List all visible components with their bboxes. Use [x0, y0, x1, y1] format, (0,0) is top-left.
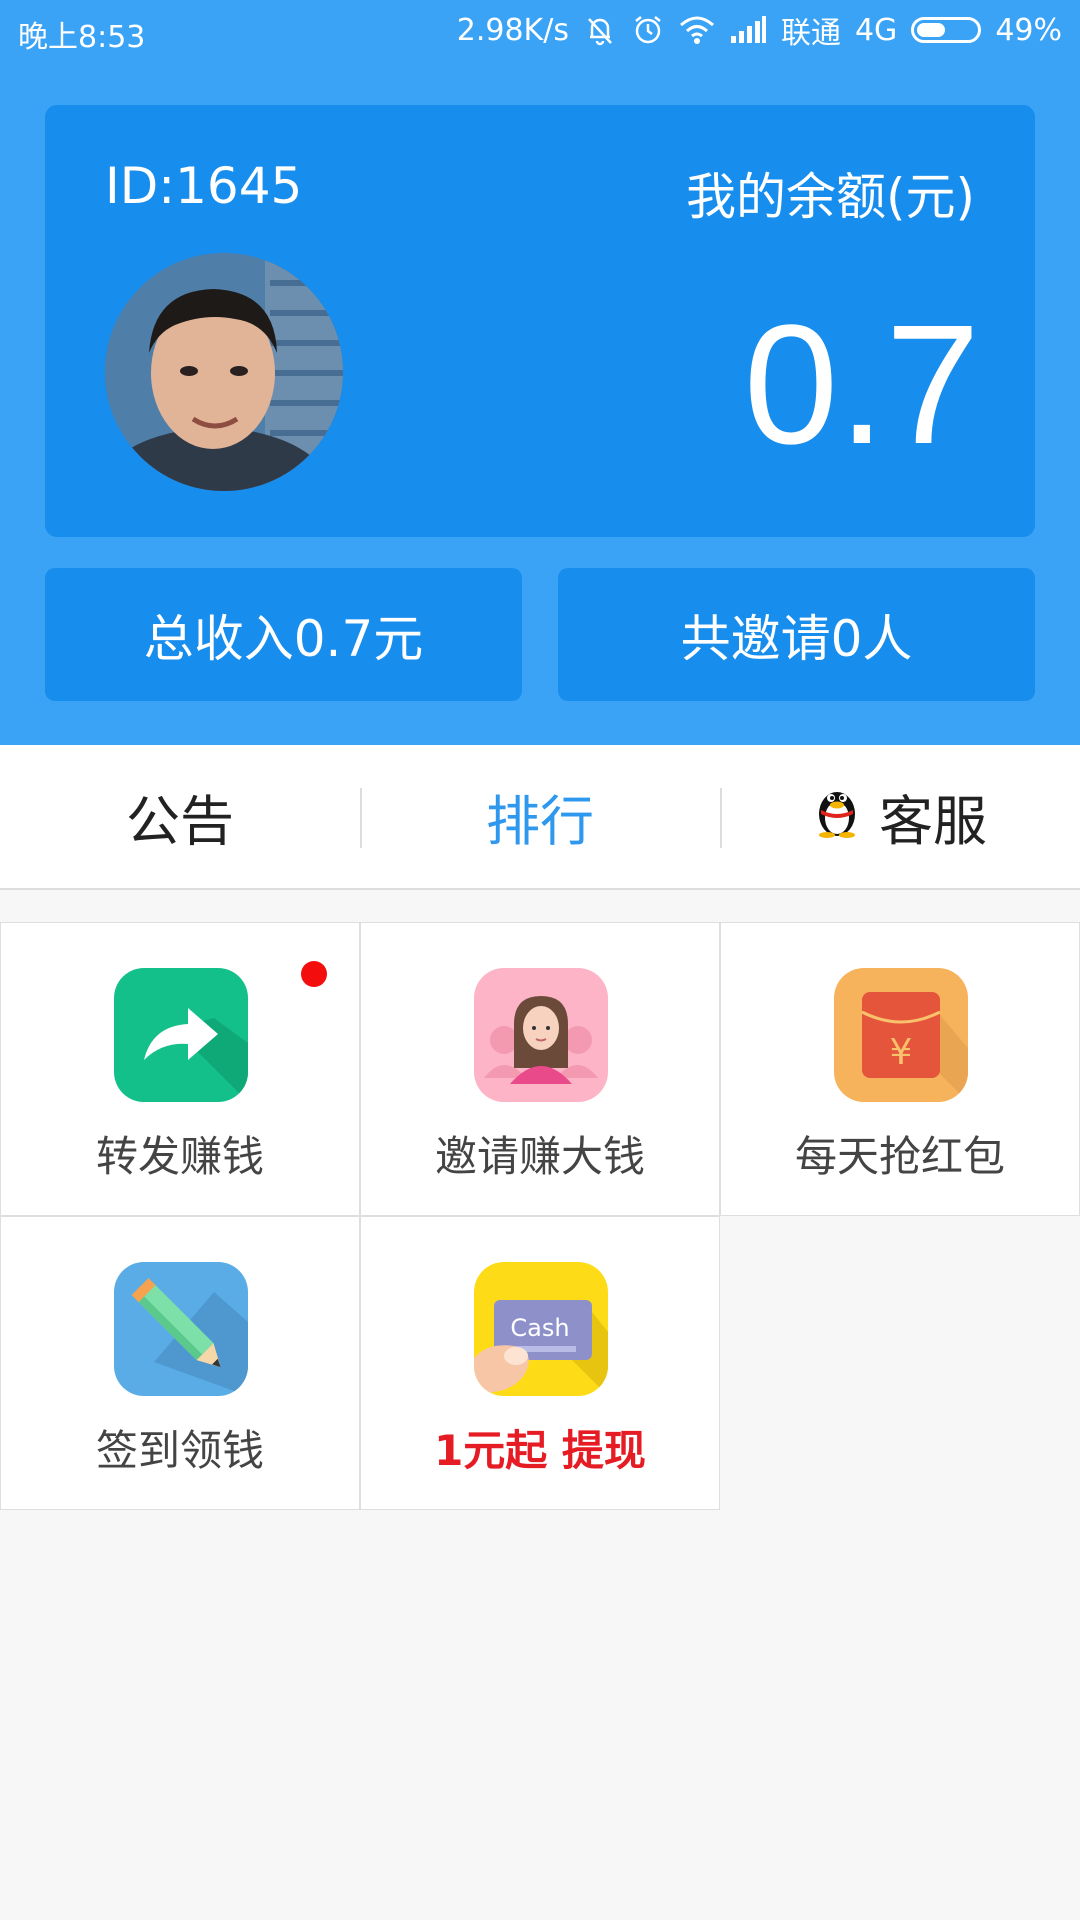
- tab-announcement[interactable]: 公告: [0, 745, 360, 888]
- tab-customer-service[interactable]: 客服: [720, 745, 1080, 888]
- total-invites-button[interactable]: 共邀请0人: [558, 568, 1035, 701]
- pencil-icon: [114, 1262, 248, 1396]
- header-panel: 晚上8:53 2.98K/s 联通 4G 49% ID:1645 我的余额(元)…: [0, 0, 1080, 745]
- carrier-name: 联通: [780, 16, 841, 51]
- share-arrow-icon: [114, 968, 248, 1102]
- notification-badge: [301, 961, 327, 987]
- network-speed: 2.98K/s: [456, 12, 569, 48]
- wifi-icon: [679, 15, 715, 45]
- signal-icon: [729, 16, 767, 44]
- grid-item-invite-earn[interactable]: 邀请赚大钱: [360, 922, 720, 1216]
- avatar[interactable]: [105, 253, 343, 491]
- status-bar: 晚上8:53 2.98K/s 联通 4G 49%: [0, 0, 1080, 62]
- cash-card-icon: Cash: [474, 1262, 608, 1396]
- balance-value: 0.7: [743, 290, 980, 480]
- grid-item-label: 1元起 提现: [434, 1426, 646, 1475]
- svg-text:Cash: Cash: [510, 1314, 569, 1342]
- user-id: ID:1645: [105, 157, 303, 215]
- tab-ranking[interactable]: 排行: [360, 745, 720, 888]
- total-income-button[interactable]: 总收入0.7元: [45, 568, 522, 701]
- grid-item-withdraw[interactable]: Cash 1元起 提现: [360, 1216, 720, 1510]
- battery-icon: [911, 17, 982, 43]
- grid-item-label: 每天抢红包: [794, 1132, 1005, 1181]
- grid-item-share-earn[interactable]: 转发赚钱: [0, 922, 360, 1216]
- mute-bell-icon: [583, 13, 617, 47]
- grid-item-label: 签到领钱: [95, 1426, 264, 1475]
- tab-bar: 公告 排行 客服: [0, 745, 1080, 890]
- alarm-icon: [631, 13, 665, 47]
- balance-label: 我的余额(元): [685, 168, 975, 226]
- grid-item-red-envelope[interactable]: ¥ 每天抢红包: [720, 922, 1080, 1216]
- svg-text:¥: ¥: [890, 1032, 913, 1073]
- account-card: ID:1645 我的余额(元) 0.7: [45, 105, 1035, 537]
- grid-item-label: 转发赚钱: [95, 1132, 264, 1181]
- red-envelope-icon: ¥: [834, 968, 968, 1102]
- network-type: 4G: [854, 12, 898, 48]
- status-time: 晚上8:53: [18, 20, 146, 55]
- grid-item-checkin-earn[interactable]: 签到领钱: [0, 1216, 360, 1510]
- invite-person-icon: [474, 968, 608, 1102]
- qq-penguin-icon: [813, 782, 861, 851]
- battery-percent: 49%: [995, 12, 1062, 48]
- battery-level: [917, 23, 946, 37]
- status-icons: 2.98K/s 联通 4G 49%: [456, 10, 1062, 52]
- tab-announcement-label: 公告: [126, 790, 234, 853]
- tab-ranking-label: 排行: [486, 790, 594, 853]
- grid-item-label: 邀请赚大钱: [434, 1132, 645, 1181]
- tab-customer-service-label: 客服: [879, 790, 987, 853]
